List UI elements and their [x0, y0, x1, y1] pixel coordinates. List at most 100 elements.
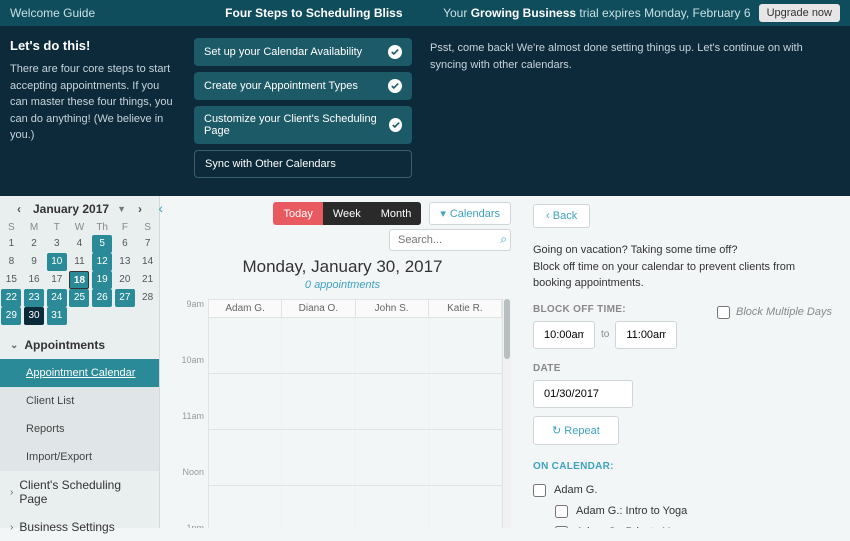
dow: S [0, 220, 23, 235]
view-month-button[interactable]: Month [371, 202, 422, 225]
mini-cal-day[interactable]: 23 [23, 289, 46, 307]
nav-item-reports[interactable]: Reports [0, 415, 159, 443]
mini-cal-day[interactable]: 30 [23, 307, 46, 325]
block-multiple-days[interactable]: Block Multiple Days [717, 306, 832, 319]
step-label: Sync with Other Calendars [205, 158, 336, 170]
trial-plan: Growing Business [471, 6, 576, 20]
mini-cal-month[interactable]: January 2017 [33, 202, 109, 216]
view-week-button[interactable]: Week [323, 202, 371, 225]
mini-calendar[interactable]: S M T W Th F S 1234567891011121314151617… [0, 220, 159, 325]
step-sync-calendars[interactable]: Sync with Other Calendars [194, 150, 412, 178]
scrollbar-thumb[interactable] [504, 299, 510, 359]
day-title: Monday, January 30, 2017 [174, 257, 511, 277]
calendar-checkbox[interactable] [533, 484, 546, 497]
mini-cal-day[interactable]: 25 [68, 289, 91, 307]
step-calendar-availability[interactable]: Set up your Calendar Availability [194, 38, 412, 66]
calendars-filter-button[interactable]: ▾ Calendars [429, 202, 511, 225]
hero-title: Four Steps to Scheduling Bliss [225, 6, 402, 20]
mini-cal-day[interactable]: 8 [0, 253, 23, 271]
from-time-input[interactable] [533, 321, 595, 349]
mini-cal-day[interactable]: 6 [114, 235, 137, 253]
chevron-left-icon: ‹ [546, 210, 550, 222]
mini-cal-day[interactable]: 20 [114, 271, 137, 289]
mini-cal-day[interactable]: 19 [91, 271, 114, 289]
check-icon [388, 79, 402, 93]
mini-cal-day[interactable]: 29 [0, 307, 23, 325]
calendar-name: Adam G. [554, 484, 597, 496]
next-month-icon[interactable]: › [132, 202, 148, 216]
back-button[interactable]: ‹ Back [533, 204, 590, 228]
date-input[interactable] [533, 380, 633, 408]
mini-cal-day[interactable]: 10 [45, 253, 68, 271]
mini-cal-day[interactable]: 13 [114, 253, 137, 271]
dow: Th [91, 220, 114, 235]
nav-business-settings[interactable]: › Business Settings [0, 513, 159, 541]
mini-cal-day[interactable]: 26 [91, 289, 114, 307]
time-axis: 9am10am11amNoon1pm [174, 299, 208, 528]
mini-cal-day[interactable]: 9 [23, 253, 46, 271]
mini-cal-day[interactable]: 1 [0, 235, 23, 253]
date-label: DATE [533, 363, 832, 374]
calendar-checkbox-row[interactable]: Adam G. [533, 480, 832, 501]
step-scheduling-page[interactable]: Customize your Client's Scheduling Page [194, 106, 412, 144]
calendar-column-header: Katie R. [429, 300, 502, 317]
mini-cal-day[interactable]: 31 [45, 307, 68, 325]
hero-headline: Let's do this! [10, 38, 176, 53]
welcome-guide-link[interactable]: Welcome Guide [10, 6, 95, 20]
mini-cal-day[interactable]: 22 [0, 289, 23, 307]
mini-cal-day[interactable] [136, 307, 159, 325]
nav-item-import-export[interactable]: Import/Export [0, 443, 159, 471]
grid-scrollbar[interactable] [503, 299, 511, 528]
upgrade-button[interactable]: Upgrade now [759, 4, 840, 22]
caret-down-icon[interactable]: ▼ [117, 204, 126, 214]
mini-cal-day[interactable]: 7 [136, 235, 159, 253]
prev-month-icon[interactable]: ‹ [11, 202, 27, 216]
mult-label: Block Multiple Days [736, 306, 832, 318]
mini-cal-day[interactable] [91, 307, 114, 325]
filter-icon: ▾ [440, 207, 446, 220]
mini-cal-day[interactable]: 15 [0, 271, 23, 289]
view-today-button[interactable]: Today [273, 202, 322, 225]
mini-cal-day[interactable]: 18 [68, 271, 91, 289]
mini-cal-day[interactable]: 11 [68, 253, 91, 271]
mini-cal-day[interactable]: 17 [45, 271, 68, 289]
mini-cal-day[interactable] [68, 307, 91, 325]
nav-label: Appointments [24, 338, 105, 352]
mini-cal-day[interactable]: 3 [45, 235, 68, 253]
calendar-name: Adam G.: Intro to Yoga [576, 505, 687, 517]
mini-cal-day[interactable]: 2 [23, 235, 46, 253]
mini-cal-day[interactable]: 16 [23, 271, 46, 289]
mini-cal-day[interactable]: 5 [91, 235, 114, 253]
panel-text: Going on vacation? Taking some time off?… [533, 242, 832, 292]
to-time-input[interactable] [615, 321, 677, 349]
view-segmented: Today Week Month [273, 202, 421, 225]
mini-cal-day[interactable]: 24 [45, 289, 68, 307]
nav-scheduling-page[interactable]: › Client's Scheduling Page [0, 471, 159, 513]
calendar-checkbox[interactable] [555, 505, 568, 518]
day-grid[interactable]: Adam G.Diana O.John S.Katie R. [208, 299, 503, 528]
mini-cal-day[interactable]: 12 [91, 253, 114, 271]
dow: S [136, 220, 159, 235]
mini-cal-day[interactable]: 14 [136, 253, 159, 271]
chevron-down-icon: ⌄ [10, 340, 18, 351]
repeat-button[interactable]: ↻ Repeat [533, 416, 619, 445]
step-appointment-types[interactable]: Create your Appointment Types [194, 72, 412, 100]
mini-cal-day[interactable]: 4 [68, 235, 91, 253]
mini-cal-day[interactable]: 21 [136, 271, 159, 289]
search-icon[interactable]: ⌕ [500, 232, 507, 247]
calendar-checkbox-row[interactable]: Adam G.: Private Yoga [533, 522, 832, 529]
nav-appointments[interactable]: ⌄ Appointments [0, 331, 159, 359]
mini-cal-day[interactable] [114, 307, 137, 325]
nav-item-client-list[interactable]: Client List [0, 387, 159, 415]
mini-cal-day[interactable]: 28 [136, 289, 159, 307]
calendar-checkbox-row[interactable]: Adam G.: Intro to Yoga [533, 501, 832, 522]
nav-label: Business Settings [19, 520, 114, 534]
nav-item-appointment-calendar[interactable]: Appointment Calendar [0, 359, 159, 387]
hero-message: Psst, come back! We're almost done setti… [430, 38, 840, 178]
mini-cal-day[interactable]: 27 [114, 289, 137, 307]
search-input[interactable] [389, 229, 511, 251]
calendar-checkbox[interactable] [555, 526, 568, 529]
panel-sub: Block off time on your calendar to preve… [533, 261, 795, 290]
block-multiple-checkbox[interactable] [717, 306, 730, 319]
dow: T [45, 220, 68, 235]
